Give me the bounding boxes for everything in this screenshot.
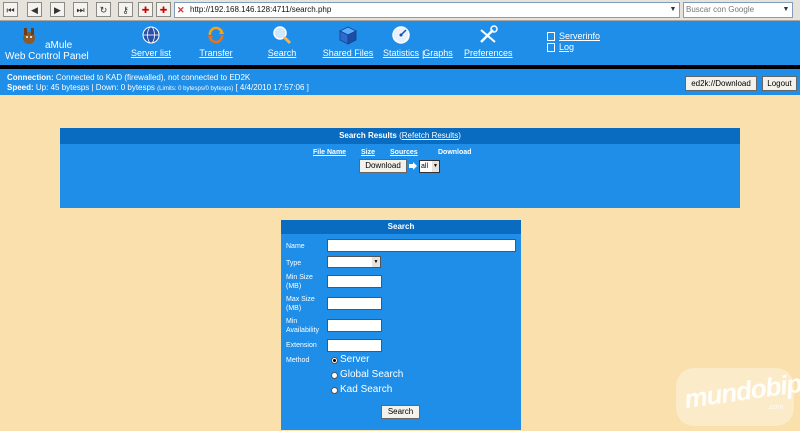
document-icon [547,43,555,52]
status-bar: Connection: Connected to KAD (firewalled… [0,69,800,95]
name-label: Name [286,243,305,250]
box-icon [339,26,357,45]
app-header: aMule Web Control Panel Server list Tran… [0,21,800,65]
speed-text: Up: 45 bytesps | Down: 0 bytesps [35,83,155,92]
nav-statistics[interactable]: Statistics [382,24,420,58]
method-server-label[interactable]: Server [340,354,369,366]
chevron-down-icon[interactable]: ▼ [781,4,791,16]
address-text: http://192.168.146.128:4711/search.php [190,5,332,14]
search-form-title: Search [281,220,521,234]
min-size-input[interactable] [327,275,382,288]
download-button[interactable]: Download [359,159,407,173]
speed-limits: (Limits: 0 bytesps/0 bytesps) [157,86,234,92]
watermark-logo: mundobip .com [676,368,800,426]
search-form-panel: Search Name Type ▼ Min Size (MB) Max Size… [281,220,521,430]
search-results-title: Search Results [339,131,397,140]
forward-icon[interactable]: ▶ [50,2,65,17]
magnifier-icon [273,26,292,45]
key-icon[interactable]: ⚷ [118,2,133,17]
connection-text: Connected to KAD (firewalled), not conne… [55,73,251,82]
column-size[interactable]: Size [361,149,375,156]
chevron-down-icon[interactable]: ▼ [432,161,439,172]
last-icon[interactable]: ⏭ [73,2,88,17]
method-server-radio[interactable] [331,357,338,364]
back-icon[interactable]: ◀ [27,2,42,17]
ed2k-download-button[interactable]: ed2k://Download [685,76,757,91]
min-size-label-line2: (MB) [286,283,302,290]
method-global-radio[interactable] [331,372,338,379]
nav-server-list[interactable]: Server list [127,24,175,58]
min-availability-label-line2: Availability [286,327,319,334]
max-size-label-line2: (MB) [286,305,302,312]
nav-shared-files[interactable]: Shared Files [322,24,374,58]
log-link[interactable]: Log [559,42,574,52]
method-kad-radio[interactable] [331,387,338,394]
column-download: Download [438,149,472,156]
arrow-right-icon [409,162,417,170]
logo-subtitle: Web Control Panel [5,51,89,62]
extension-label: Extension [286,342,317,349]
document-icon [547,32,555,41]
nav-transfer[interactable]: Transfer [194,24,238,58]
nav-graphs[interactable]: Graphs [423,48,453,58]
nav-preferences[interactable]: Preferences [464,24,513,58]
max-size-label-line1: Max Size [286,296,315,303]
method-global-label[interactable]: Global Search [340,369,403,381]
category-select[interactable]: all ▼ [419,160,440,173]
nav-statistics-link[interactable]: Statistics [382,48,420,58]
speed-label: Speed: [7,83,34,92]
bookmark-icon[interactable]: ✚ [138,2,153,17]
nav-search[interactable]: Search [262,24,302,58]
tools-icon [480,25,498,43]
first-icon[interactable]: ⏮ [3,2,18,17]
search-button[interactable]: Search [381,405,420,419]
speed-status: Speed: Up: 45 bytesps | Down: 0 bytesps … [7,83,309,92]
method-kad-label[interactable]: Kad Search [340,384,392,396]
extension-input[interactable] [327,339,382,352]
browser-toolbar: ⏮ ◀ ▶ ⏭ ↻ ⚷ ✚ ✚ ✕ http://192.168.146.128… [0,0,800,21]
connection-status: Connection: Connected to KAD (firewalled… [7,73,250,82]
nav-graphs-link[interactable]: Graphs [423,48,453,58]
gauge-icon [392,26,410,44]
type-select[interactable]: ▼ [327,256,381,268]
min-availability-label: Min Availability [286,317,319,335]
web-search-placeholder: Buscar con Google [686,5,755,14]
min-availability-label-line1: Min [286,318,298,325]
refetch-paren-close: ) [458,131,461,140]
search-results-header: Search Results (Refetch Results) [60,128,740,144]
transfer-icon [208,26,224,44]
method-label: Method [286,357,310,364]
bookmark-add-icon[interactable]: ✚ [156,2,171,17]
watermark-suffix: .com [768,404,784,411]
chevron-down-icon[interactable]: ▼ [372,257,380,267]
logout-button[interactable]: Logout [762,76,797,91]
mule-icon [23,28,35,44]
refetch-results-link[interactable]: Refetch Results [402,131,458,140]
max-size-label: Max Size (MB) [286,295,315,313]
type-label: Type [286,260,302,267]
name-input[interactable] [327,239,516,252]
connection-label: Connection: [7,73,54,82]
column-sources[interactable]: Sources [390,149,418,156]
min-availability-input[interactable] [327,319,382,332]
category-value: all [421,163,429,170]
reload-icon[interactable]: ↻ [96,2,111,17]
column-file-name[interactable]: File Name [313,149,346,156]
site-icon: ✕ [177,5,185,15]
status-datetime: [ 4/4/2010 17:57:06 ] [235,83,309,92]
web-search-input[interactable]: Buscar con Google ▼ [683,2,793,18]
nav-shared-files-link[interactable]: Shared Files [322,48,374,58]
min-size-label: Min Size (MB) [286,273,313,291]
nav-preferences-link[interactable]: Preferences [464,48,513,58]
address-bar[interactable]: ✕ http://192.168.146.128:4711/search.php… [174,2,680,18]
nav-transfer-link[interactable]: Transfer [194,48,238,58]
chevron-down-icon[interactable]: ▼ [668,4,678,16]
serverinfo-link[interactable]: Serverinfo [559,31,600,41]
nav-search-link[interactable]: Search [262,48,302,58]
max-size-input[interactable] [327,297,382,310]
min-size-label-line1: Min Size [286,274,313,281]
nav-server-list-link[interactable]: Server list [127,48,175,58]
globe-icon [142,26,160,44]
